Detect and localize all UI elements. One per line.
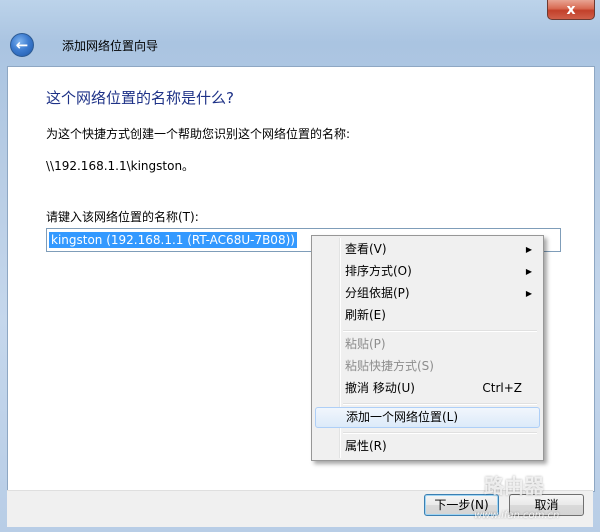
menu-item-label: 粘贴快捷方式(S) <box>345 359 434 373</box>
back-button[interactable]: ← <box>10 33 34 57</box>
menu-item-paste-shortcut: 粘贴快捷方式(S) <box>315 356 540 377</box>
context-menu: 查看(V) ▶ 排序方式(O) ▶ 分组依据(P) ▶ 刷新(E) 粘贴(P) … <box>311 235 544 461</box>
menu-item-label: 查看(V) <box>345 242 387 256</box>
menu-item-paste: 粘贴(P) <box>315 334 540 355</box>
menu-separator <box>343 330 537 332</box>
description-text: 为这个快捷方式创建一个帮助您识别这个网络位置的名称: <box>46 127 351 141</box>
page-heading: 这个网络位置的名称是什么? <box>46 89 234 107</box>
wizard-title: 添加网络位置向导 <box>62 39 159 53</box>
menu-item-label: 撤消 移动(U) <box>345 381 415 395</box>
watermark-logo: 路由器 <box>484 474 544 498</box>
menu-item-refresh[interactable]: 刷新(E) <box>315 305 540 326</box>
menu-item-view[interactable]: 查看(V) ▶ <box>315 239 540 260</box>
menu-separator <box>343 403 537 405</box>
menu-item-add-network-location[interactable]: 添加一个网络位置(L) <box>315 407 540 428</box>
menu-item-label: 刷新(E) <box>345 308 386 322</box>
menu-item-shortcut: Ctrl+Z <box>482 381 522 395</box>
close-icon: x <box>566 1 576 18</box>
network-path: \\192.168.1.1\kingston。 <box>46 159 195 173</box>
submenu-arrow-icon: ▶ <box>525 245 532 254</box>
close-button[interactable]: x <box>547 0 595 20</box>
name-input-label: 请键入该网络位置的名称(T): <box>46 210 199 224</box>
menu-item-sort-by[interactable]: 排序方式(O) ▶ <box>315 261 540 282</box>
menu-item-properties[interactable]: 属性(R) <box>315 436 540 457</box>
menu-item-label: 排序方式(O) <box>345 264 412 278</box>
back-arrow-icon: ← <box>15 36 29 54</box>
menu-item-label: 分组依据(P) <box>345 286 410 300</box>
submenu-arrow-icon: ▶ <box>525 289 532 298</box>
submenu-arrow-icon: ▶ <box>525 267 532 276</box>
menu-item-group-by[interactable]: 分组依据(P) ▶ <box>315 283 540 304</box>
menu-item-undo-move[interactable]: 撤消 移动(U) Ctrl+Z <box>315 378 540 399</box>
watermark-url: www.ifan.com.cn <box>474 510 560 521</box>
menu-separator <box>343 432 537 434</box>
menu-item-label: 属性(R) <box>345 439 387 453</box>
menu-item-label: 添加一个网络位置(L) <box>346 410 459 424</box>
menu-item-label: 粘贴(P) <box>345 337 386 351</box>
selected-input-text: kingston (192.168.1.1 (RT-AC68U-7B08)) <box>49 232 297 248</box>
